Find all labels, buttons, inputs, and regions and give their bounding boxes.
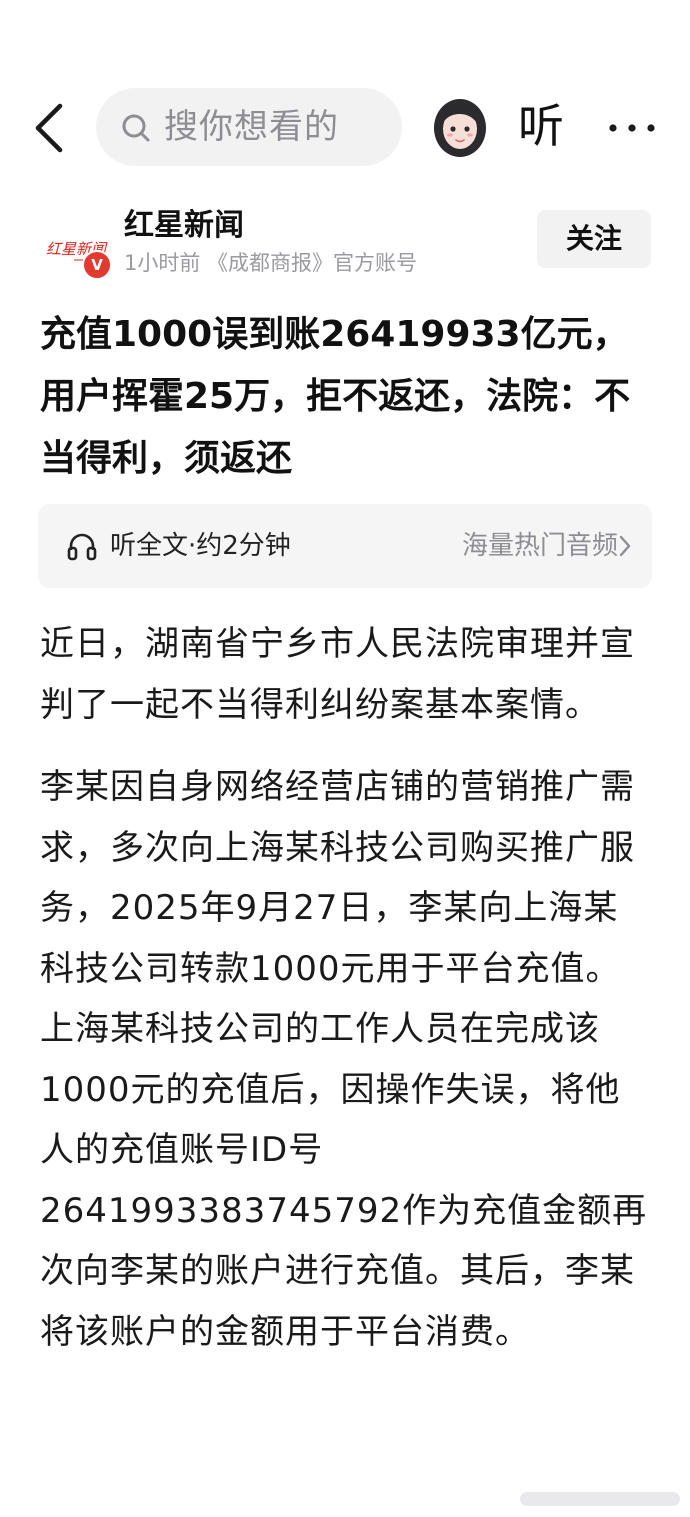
author-name[interactable]: 红星新闻: [124, 206, 244, 246]
chevron-right-icon: [619, 535, 631, 557]
listen-full-text-label[interactable]: 听全文·约2分钟: [110, 524, 291, 568]
back-arrow-icon[interactable]: [30, 102, 70, 154]
author-meta: 1小时前 《成都商报》官方账号: [124, 251, 418, 275]
author-row: 红星新闻 V 红星新闻 1小时前 《成都商报》官方账号 关注: [0, 200, 690, 290]
follow-button[interactable]: 关注: [537, 210, 651, 268]
article-paragraph: 近日，湖南省宁乡市人民法院审理并宣判了一起不当得利纠纷案基本案情。: [40, 624, 635, 725]
hot-audio-link[interactable]: 海量热门音频: [462, 524, 618, 568]
search-box[interactable]: 搜你想看的: [96, 88, 402, 166]
watermark-blur: [520, 1492, 680, 1506]
search-placeholder: 搜你想看的: [164, 107, 339, 147]
listen-button[interactable]: 听: [518, 94, 564, 158]
audio-player-bar[interactable]: 听全文·约2分钟 海量热门音频: [38, 504, 652, 588]
more-icon[interactable]: [606, 104, 658, 152]
avatar-icon[interactable]: [432, 98, 488, 158]
article-paragraph: 李某因自身网络经营店铺的营销推广需求，多次向上海某科技公司购买推广服务，2025…: [40, 767, 648, 1352]
verified-badge: V: [82, 250, 112, 280]
headphones-icon: [67, 533, 97, 561]
top-nav-bar: 搜你想看的 听: [0, 80, 690, 176]
article-body: 近日，湖南省宁乡市人民法院审理并宣判了一起不当得利纠纷案基本案情。 李某因自身网…: [40, 614, 652, 1384]
search-icon: [122, 114, 150, 142]
article-title: 充值1000误到账26419933亿元，用户挥霍25万，拒不返还，法院：不当得利…: [40, 314, 631, 479]
